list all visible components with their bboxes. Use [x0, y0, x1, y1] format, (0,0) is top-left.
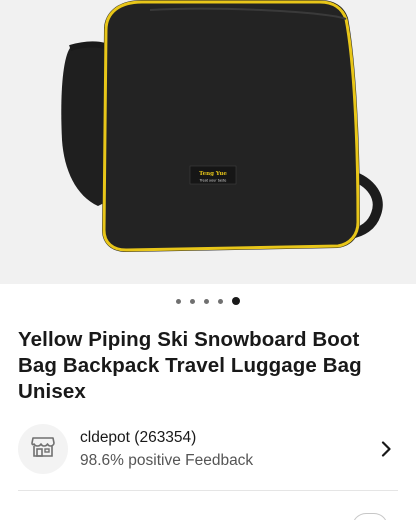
- seller-feedback: 98.6% positive Feedback: [80, 451, 254, 469]
- seller-info: cldepot (263354) 98.6% positive Feedback: [80, 428, 378, 471]
- carousel-dot[interactable]: [204, 298, 209, 304]
- seller-name: cldepot (263354): [80, 428, 197, 446]
- section-divider: [18, 490, 398, 491]
- product-image-carousel[interactable]: Teng Yue Treat your taste: [0, 0, 416, 284]
- seller-row[interactable]: cldepot (263354) 98.6% positive Feedback: [18, 424, 408, 474]
- carousel-dot[interactable]: [190, 298, 195, 304]
- brand-label: Teng Yue: [199, 171, 227, 177]
- carousel-dot[interactable]: [176, 298, 181, 304]
- next-section-icon-peek: [352, 513, 388, 520]
- product-title: Yellow Piping Ski Snowboard Boot Bag Bac…: [18, 328, 362, 403]
- product-image: Teng Yue Treat your taste: [61, 0, 383, 252]
- carousel-indicator: [0, 295, 416, 307]
- chevron-right-icon[interactable]: [378, 438, 394, 460]
- store-icon: [31, 436, 55, 463]
- carousel-dot[interactable]: [218, 298, 223, 304]
- carousel-dot-active[interactable]: [232, 297, 240, 305]
- seller-avatar: [18, 424, 68, 474]
- brand-tagline: Treat your taste: [199, 179, 227, 183]
